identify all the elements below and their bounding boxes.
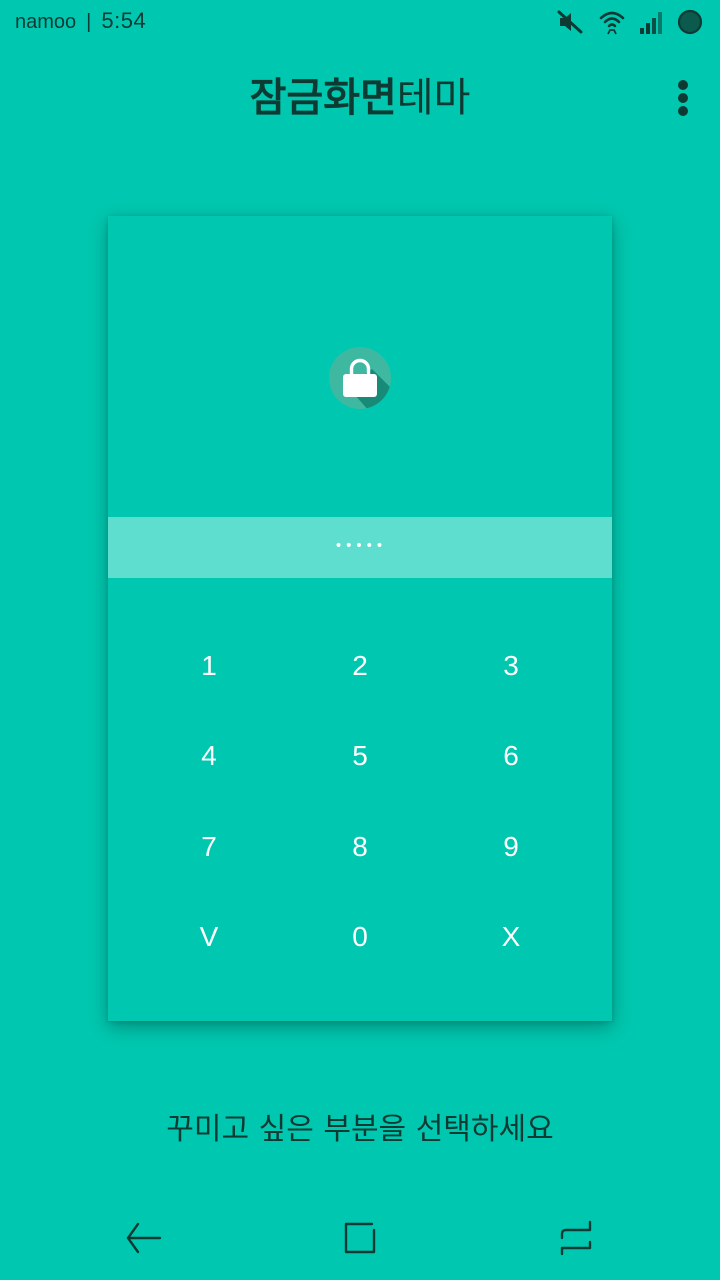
home-icon[interactable] xyxy=(330,1208,390,1268)
key-confirm[interactable]: V xyxy=(149,897,269,977)
title-bold-part: 잠금화면 xyxy=(249,75,397,121)
status-left: namoo | 5:54 xyxy=(15,8,146,34)
lock-icon xyxy=(329,347,391,409)
lock-icon-area[interactable] xyxy=(108,216,612,517)
recents-icon[interactable] xyxy=(546,1208,606,1268)
title-regular-part: 테마 xyxy=(396,75,471,121)
battery-icon xyxy=(676,8,704,36)
page-title: 잠금화면테마 xyxy=(0,72,720,124)
key-7[interactable]: 7 xyxy=(149,807,269,887)
status-bar: namoo | 5:54 xyxy=(0,0,720,44)
carrier-name: namoo xyxy=(15,11,77,33)
mute-icon xyxy=(556,8,584,36)
signal-icon xyxy=(638,8,666,36)
more-vertical-icon[interactable] xyxy=(664,72,704,124)
password-mask: ••••• xyxy=(334,538,386,554)
key-6[interactable]: 6 xyxy=(451,716,571,796)
back-icon[interactable] xyxy=(114,1208,174,1268)
key-4[interactable]: 4 xyxy=(149,716,269,796)
key-1[interactable]: 1 xyxy=(149,626,269,706)
wifi-icon xyxy=(598,8,626,36)
keypad[interactable]: 1 2 3 4 5 6 7 8 9 V 0 X xyxy=(108,578,612,1021)
password-field[interactable]: ••••• xyxy=(108,517,612,578)
status-separator: | xyxy=(86,11,92,33)
key-9[interactable]: 9 xyxy=(451,807,571,887)
hint-text: 꾸미고 싶은 부분을 선택하세요 xyxy=(166,1112,554,1147)
key-0[interactable]: 0 xyxy=(300,897,420,977)
lockscreen-preview-card[interactable]: ••••• 1 2 3 4 5 6 7 8 9 V 0 X xyxy=(108,216,612,1021)
status-clock: 5:54 xyxy=(101,8,147,33)
key-5[interactable]: 5 xyxy=(300,716,420,796)
key-8[interactable]: 8 xyxy=(300,807,420,887)
key-delete[interactable]: X xyxy=(451,897,571,977)
key-2[interactable]: 2 xyxy=(300,626,420,706)
key-3[interactable]: 3 xyxy=(451,626,571,706)
